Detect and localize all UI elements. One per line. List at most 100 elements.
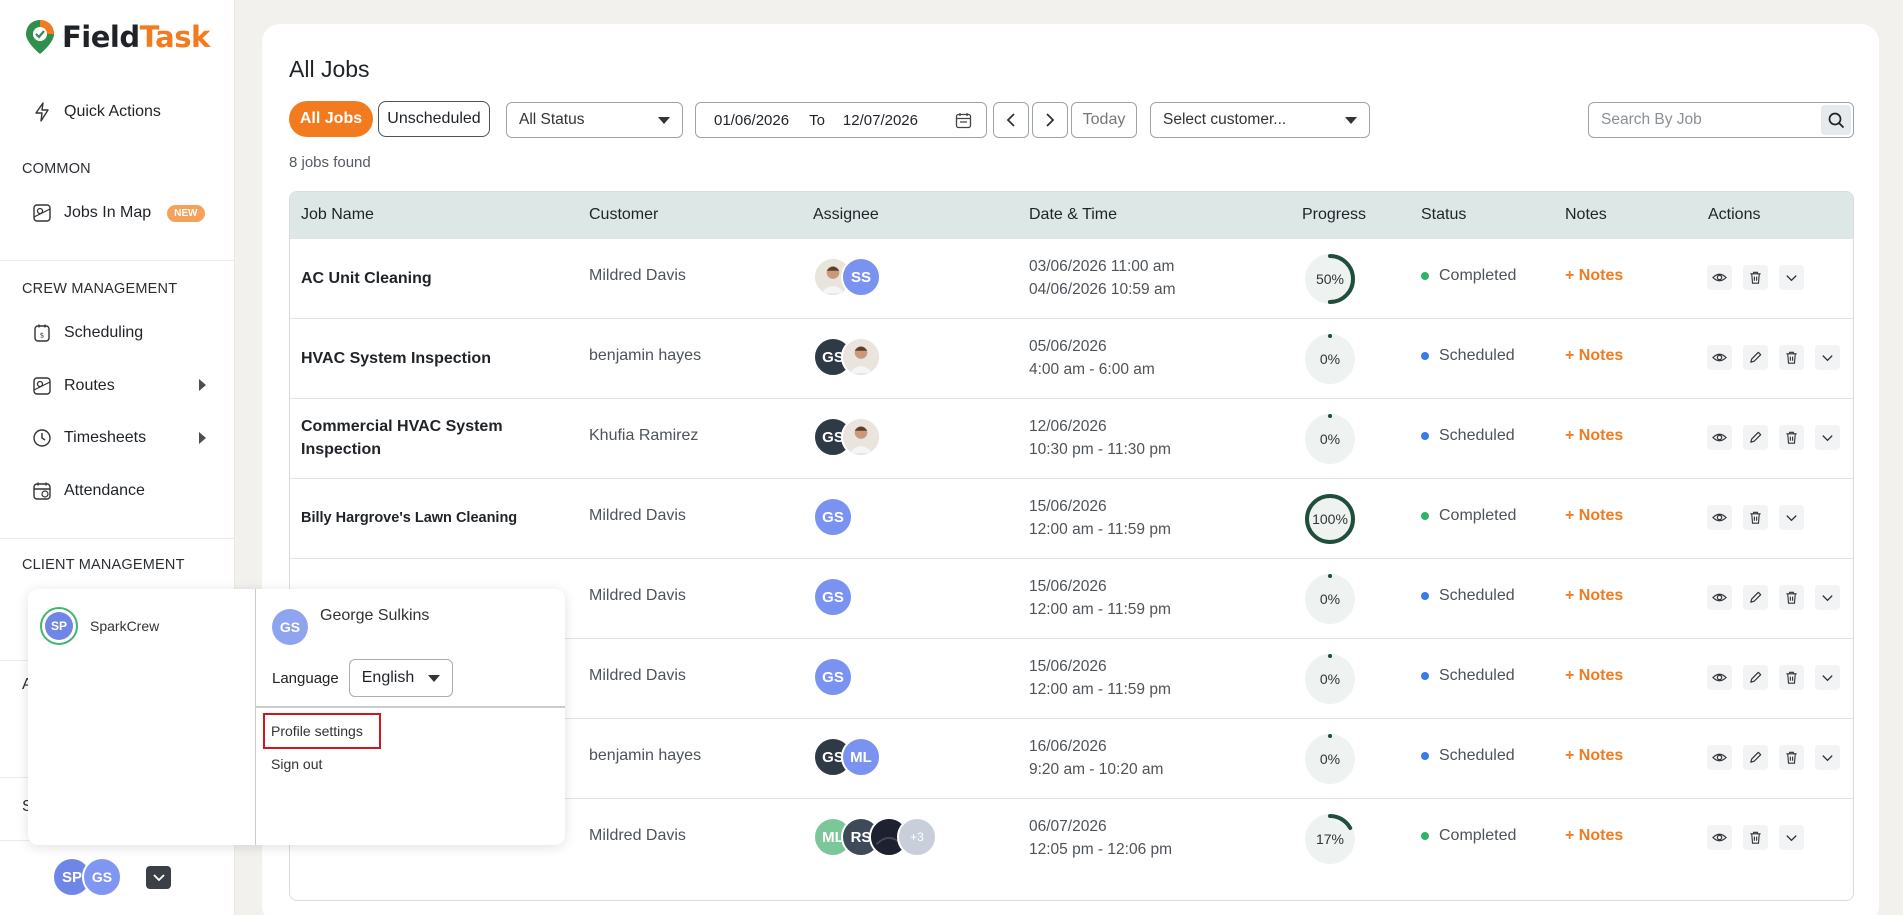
add-notes-link[interactable]: + Notes [1565,507,1623,525]
table-row[interactable]: Commercial HVAC System Inspection Khufia R… [290,398,1853,478]
customer-select-placeholder: Select customer... [1163,111,1287,128]
edit-button[interactable] [1743,345,1768,370]
add-notes-link[interactable]: + Notes [1565,427,1623,445]
view-button[interactable] [1707,825,1732,850]
column-header[interactable]: Job Name [301,206,374,224]
delete-button[interactable] [1779,745,1804,770]
view-button[interactable] [1707,585,1732,610]
assignee-group[interactable]: GS [813,417,881,457]
next-range-button[interactable] [1032,102,1068,138]
expand-row-button[interactable] [1815,585,1840,610]
date-range-picker[interactable]: 01/06/2026 To 12/07/2026 [695,102,987,138]
delete-button[interactable] [1779,345,1804,370]
delete-button[interactable] [1743,265,1768,290]
search-input[interactable]: Search By Job [1588,102,1854,138]
search-button[interactable] [1821,105,1851,135]
table-row[interactable]: AC Unit Cleaning Mildred Davis SS 03/06/202… [290,238,1853,318]
edit-button[interactable] [1743,745,1768,770]
language-select[interactable]: English [348,659,453,697]
datetime-line: 06/07/2026 [1029,818,1107,835]
column-header[interactable]: Status [1421,206,1466,224]
add-notes-link[interactable]: + Notes [1565,747,1623,765]
add-notes-link[interactable]: + Notes [1565,667,1623,685]
job-name[interactable]: HVAC System Inspection [301,347,491,370]
delete-button[interactable] [1743,505,1768,530]
expand-row-button[interactable] [1815,745,1840,770]
expand-row-button[interactable] [1779,265,1804,290]
delete-button[interactable] [1779,585,1804,610]
view-button[interactable] [1707,345,1732,370]
table-row[interactable]: HVAC System Inspection benjamin hayes GS 05… [290,318,1853,398]
edit-button[interactable] [1743,585,1768,610]
status-select[interactable]: All Status [506,102,683,138]
account-switcher-avatars[interactable]: SP GS [52,857,122,897]
add-notes-link[interactable]: + Notes [1565,587,1623,605]
expand-row-button[interactable] [1815,425,1840,450]
assignee-group[interactable]: GS [813,577,853,617]
sidebar-item-routes[interactable]: Routes [32,372,212,400]
assignee-group[interactable]: ML RS +3 [813,817,937,857]
customer-name: Khufia Ramirez [589,427,699,444]
column-header[interactable]: Progress [1302,206,1366,224]
expand-row-button[interactable] [1815,665,1840,690]
job-datetime: 12/06/2026 10:30 pm - 11:30 pm [1029,415,1171,461]
job-name[interactable]: Billy Hargrove's Lawn Cleaning [301,507,517,530]
view-button[interactable] [1707,745,1732,770]
user-panel: GS George Sulkins Language English Profi… [256,589,565,845]
expand-row-button[interactable] [1779,505,1804,530]
expand-arrow-icon[interactable] [199,379,206,391]
view-button[interactable] [1707,665,1732,690]
sidebar-item-timesheets[interactable]: Timesheets [32,424,146,452]
job-name[interactable]: AC Unit Cleaning [301,267,432,290]
add-notes-link[interactable]: + Notes [1565,827,1623,845]
job-name-line: Commercial HVAC System [301,418,503,435]
view-button[interactable] [1707,425,1732,450]
expand-row-button[interactable] [1779,825,1804,850]
assignee-group[interactable]: GS [813,497,853,537]
organization-item[interactable]: SP SparkCrew [40,607,159,645]
column-header: Actions [1708,206,1761,223]
expand-arrow-icon[interactable] [199,432,206,444]
today-button[interactable]: Today [1071,102,1137,138]
job-name[interactable]: Commercial HVAC System Inspection [301,415,503,461]
app-logo[interactable]: FieldTask [24,18,210,56]
more-assignees-badge[interactable]: +3 [897,817,937,857]
sidebar-item-jobs-in-map[interactable]: Jobs In Map NEW [32,199,205,227]
map-icon [33,204,51,222]
current-user: GS George Sulkins [272,607,429,645]
assignee-group[interactable]: GS [813,337,881,377]
datetime-line: 16/06/2026 [1029,738,1107,755]
delete-button[interactable] [1779,665,1804,690]
account-menu-toggle[interactable] [146,866,171,889]
assignee-group[interactable]: SS [813,257,881,297]
sign-out-link[interactable]: Sign out [271,756,322,772]
column-header[interactable]: Assignee [813,206,879,224]
expand-row-button[interactable] [1815,345,1840,370]
customer-name: benjamin hayes [589,747,702,764]
table-row[interactable]: Billy Hargrove's Lawn Cleaning Mildred Da… [290,478,1853,558]
column-header[interactable]: Notes [1565,206,1607,224]
view-button[interactable] [1707,265,1732,290]
column-header[interactable]: Date & Time [1029,206,1117,224]
previous-range-button[interactable] [993,102,1029,138]
add-notes-link[interactable]: + Notes [1565,347,1623,365]
add-notes-link[interactable]: + Notes [1565,267,1623,285]
sidebar-item-scheduling[interactable]: $ Scheduling [32,319,143,347]
view-button[interactable] [1707,505,1732,530]
assignee-photo-avatar [841,417,881,457]
sidebar-item-attendance[interactable]: Attendance [32,477,145,505]
edit-button[interactable] [1743,665,1768,690]
unscheduled-tab[interactable]: Unscheduled [378,101,490,137]
assignee-group[interactable]: GS ML [813,737,881,777]
profile-settings-link[interactable]: Profile settings [263,713,381,749]
column-header[interactable]: Customer [589,206,658,224]
delete-button[interactable] [1779,425,1804,450]
delete-button[interactable] [1743,825,1768,850]
calendar-check-icon [33,482,51,500]
edit-button[interactable] [1743,425,1768,450]
all-jobs-tab[interactable]: All Jobs [289,101,373,137]
assignee-group[interactable]: GS [813,657,853,697]
sidebar-item-quick-actions[interactable]: Quick Actions [32,98,161,126]
customer-select[interactable]: Select customer... [1150,102,1370,138]
customer-name: benjamin hayes [589,347,702,364]
